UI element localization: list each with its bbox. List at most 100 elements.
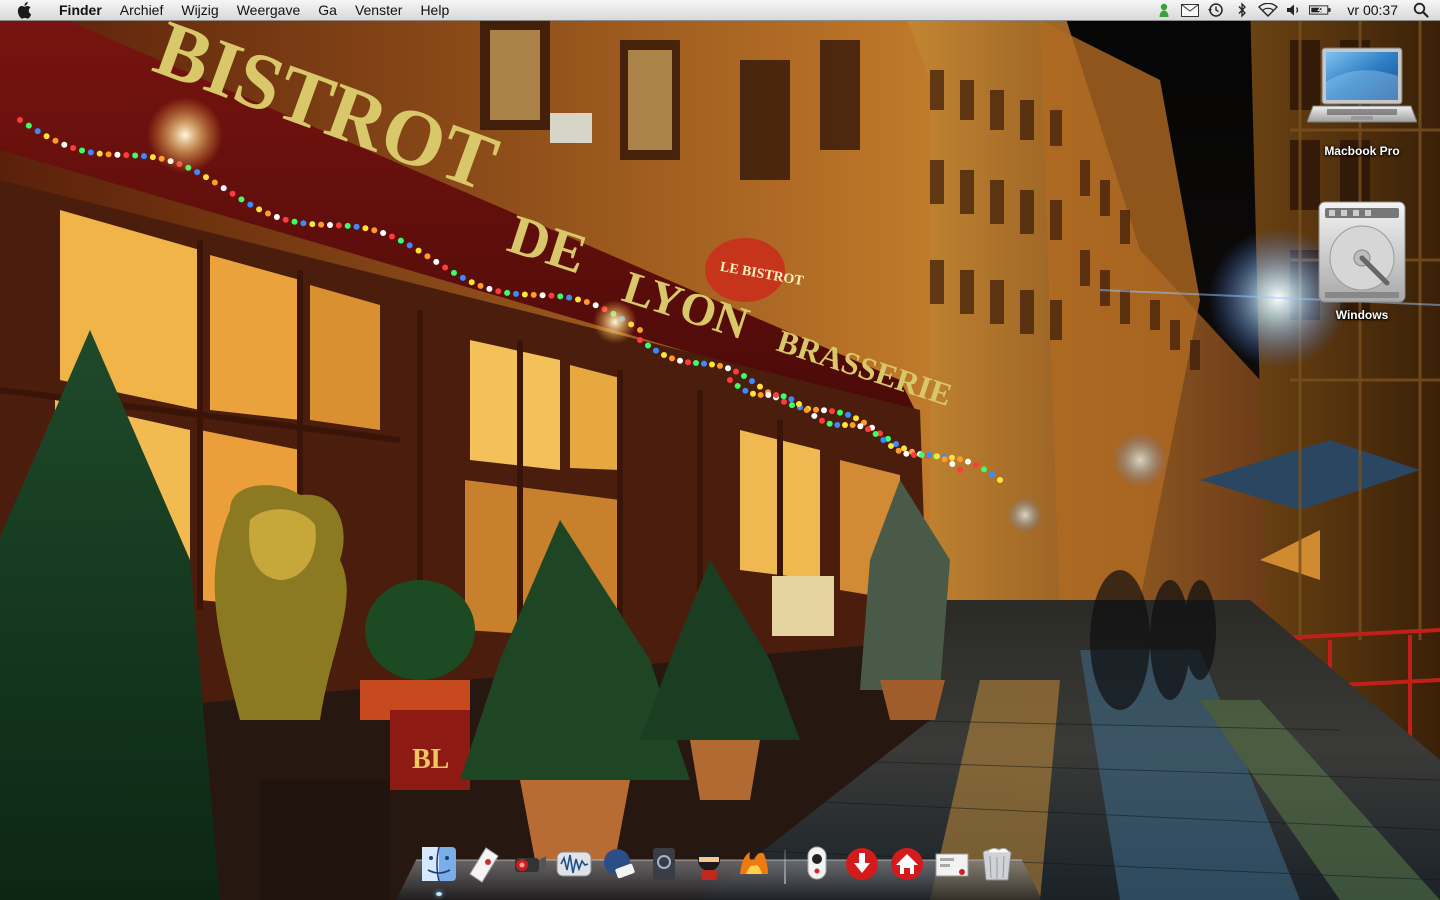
string-light [415,247,422,254]
string-light [17,117,23,123]
string-light [918,452,925,458]
string-light [965,458,971,465]
string-light [677,357,683,364]
menu-ga[interactable]: Ga [309,0,346,21]
time-machine-icon[interactable] [1205,0,1227,21]
string-light [229,190,236,197]
volume-icon[interactable] [1283,0,1305,21]
desktop-icon-label: Windows [1335,308,1389,322]
string-light [105,151,112,158]
string-light [941,456,948,463]
video-camera-icon [514,856,546,874]
dock-item-app[interactable] [642,842,686,886]
ninja-icon [697,849,720,880]
string-light [888,442,894,449]
string-light [300,220,307,227]
string-light [309,221,316,228]
string-light [548,292,555,299]
menu-bar: Finder Archief Wijzig Weergave Ga Venste… [0,0,1440,21]
menu-weergave[interactable]: Weergave [228,0,310,21]
menu-help[interactable]: Help [411,0,458,21]
string-light [957,467,963,473]
envelope-icon [935,853,968,877]
string-light [709,361,715,368]
string-light [813,406,819,413]
string-light [530,291,537,298]
menu-finder[interactable]: Finder [50,0,111,21]
dock-item-finder[interactable] [417,842,461,896]
string-light [725,365,731,372]
dock-item-download[interactable] [840,842,884,886]
string-light [265,210,271,217]
string-light [788,396,795,403]
string-light [853,415,859,422]
dock-item-home[interactable] [885,842,929,886]
wallpaper-sign-bl: BL [412,744,449,775]
string-light [733,368,739,375]
dock-item-ninja[interactable] [687,842,731,886]
string-light [291,218,298,225]
string-light [757,391,764,398]
string-light [934,453,940,460]
string-light [803,407,810,413]
string-light [141,153,147,160]
desktop-icon-windows[interactable]: Windows [1302,198,1422,322]
dock-item-envelope[interactable] [930,842,974,886]
string-light [981,466,987,473]
desktop-icon-macbook-pro[interactable]: Macbook Pro [1302,42,1422,158]
download-icon [845,848,878,880]
string-light [123,152,130,159]
bluetooth-icon[interactable] [1231,0,1253,21]
dock-item-video-camera[interactable] [507,842,551,886]
apple-icon[interactable] [16,1,38,19]
finder-icon [421,846,456,882]
string-light [661,352,667,359]
string-light [433,258,440,265]
dock-item-fire-app[interactable] [732,842,776,886]
spotlight-icon[interactable] [1408,0,1434,21]
dock-item-mail-stamp[interactable] [462,842,506,886]
dock-item-audio-wave[interactable] [552,842,596,886]
string-light [335,222,342,229]
string-light [371,227,378,234]
battery-icon[interactable] [1309,0,1331,21]
string-light [857,423,864,430]
dock-item-trash[interactable] [975,842,1019,886]
string-light [842,422,848,428]
menu-archief[interactable]: Archief [111,0,173,21]
menu-wijzig[interactable]: Wijzig [172,0,227,21]
string-light [424,253,431,260]
string-light [79,147,85,154]
string-light [575,296,581,303]
string-light [829,408,835,415]
string-light [834,421,841,428]
string-light [780,393,787,400]
string-light [734,382,741,389]
string-light [997,477,1003,483]
string-light [742,387,749,394]
fire-app-icon [739,852,768,874]
string-light [34,128,41,135]
wifi-icon[interactable] [1257,0,1279,21]
string-light [43,133,50,140]
menu-venster[interactable]: Venster [346,0,411,21]
string-light [486,285,493,292]
string-light [949,454,955,461]
mail-stamp-icon [468,847,499,883]
string-light [87,149,94,156]
mail-icon[interactable] [1179,0,1201,21]
string-light [727,377,733,383]
string-light [749,378,755,385]
string-light [926,452,933,459]
menubar-clock[interactable]: vr 00:37 [1333,0,1408,21]
growl-icon[interactable] [1153,0,1175,21]
string-light [973,461,979,468]
ipod-icon [603,849,635,879]
string-light [256,206,263,213]
dock-item-ipod[interactable] [597,842,641,886]
hard-drive-icon [1318,201,1406,303]
dock-item-webcam[interactable] [795,842,839,886]
string-light [949,461,956,468]
string-light [220,185,227,192]
webcam-icon [807,846,826,880]
